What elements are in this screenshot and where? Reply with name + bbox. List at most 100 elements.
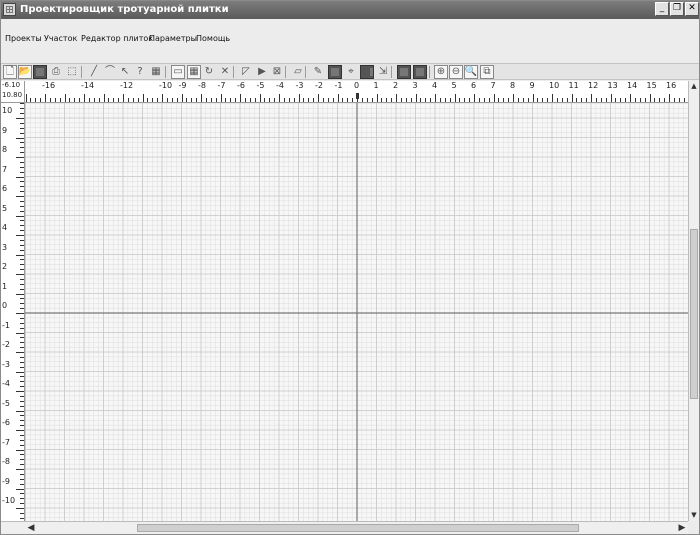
ruler-y-label: -9: [2, 476, 10, 486]
close-button[interactable]: ✕: [685, 2, 699, 16]
toolbar: 🗋 📂 ⎙ ⬚ ╱ ⌒ ↖? ▦ ▭ ▦ ↻ ✕ ◸ ▶ ⊠ ▱ ✎ ⌖ ◉ ⇲ ⊕ ⊖ 🔍 ⧉: [1, 63, 699, 80]
select-rect-button[interactable]: ⬚: [65, 65, 79, 79]
ruler-tick: [474, 94, 475, 102]
ruler-y-label: 10: [2, 106, 13, 115]
menu-parameters[interactable]: Параметры: [149, 34, 197, 43]
rotate-icon: ↻: [204, 66, 214, 77]
eraser-button[interactable]: ▱: [291, 65, 305, 79]
stamp-icon: ◉: [361, 66, 370, 77]
window-title: Проектировщик тротуарной плитки: [20, 4, 229, 15]
delete-icon: ✕: [220, 66, 230, 77]
ruler-tick: [16, 391, 24, 392]
ruler-y-label: -10: [2, 496, 16, 505]
ruler-y-label: 2: [2, 262, 8, 271]
grid: [25, 103, 688, 521]
ruler-tick: [16, 235, 24, 236]
ruler-tick: [16, 137, 24, 139]
horizontal-ruler: -16 -14 -12 -10 -9 -8 -7 -6 -5 -4 -3 -2 -1 0 1 2 3 4 5 6 7 8 9…: [25, 81, 688, 103]
color-a-button[interactable]: [397, 65, 411, 79]
pencil-button[interactable]: ✎: [311, 65, 325, 79]
ruler-x-label: -16: [42, 81, 56, 90]
scroll-down-button[interactable]: ▼: [689, 510, 699, 521]
ruler-tick: [630, 94, 631, 102]
node-button[interactable]: ⌖: [344, 65, 358, 79]
ruler-tick: [16, 157, 24, 158]
line-button[interactable]: ╱: [87, 65, 101, 79]
horizontal-scrollbar[interactable]: ◀ ▶: [25, 521, 688, 534]
ruler-x-label: -14: [81, 81, 95, 90]
ruler-tick: [123, 94, 124, 102]
ruler-tick: [376, 94, 378, 102]
ruler-tick: [493, 94, 495, 102]
ruler-tick: [435, 94, 436, 102]
ruler-tick: [16, 274, 24, 275]
ruler-x-label: 5: [451, 81, 457, 90]
ruler-y-label: 9: [2, 125, 8, 135]
pointer-button[interactable]: ↖: [118, 65, 132, 79]
ruler-tick: [16, 469, 24, 470]
toolbar-separator: [81, 66, 82, 78]
ruler-tick: [45, 94, 46, 102]
rectangle-button[interactable]: ▭: [171, 65, 185, 79]
menu-help[interactable]: Помощь: [196, 34, 230, 43]
scroll-left-button[interactable]: ◀: [25, 522, 37, 534]
ruler-y-label: -1: [2, 320, 10, 330]
select-rect-icon: ⬚: [67, 66, 77, 77]
menu-tile-editor[interactable]: Редактор плиток: [81, 34, 153, 43]
scroll-right-button[interactable]: ▶: [676, 522, 688, 534]
ruler-tick: [591, 94, 592, 102]
print-button[interactable]: ⎙: [49, 65, 63, 79]
title-bar[interactable]: Проектировщик тротуарной плитки _ ❐ ✕: [1, 1, 699, 19]
grid-tile-button[interactable]: ▦: [187, 65, 201, 79]
ruler-tick: [415, 94, 417, 102]
minimize-button[interactable]: _: [655, 2, 669, 16]
print-icon: ⎙: [52, 66, 60, 77]
delete-button[interactable]: ✕: [218, 65, 232, 79]
zoom-out-button[interactable]: ⊖: [449, 65, 463, 79]
tile-icon: ▦: [151, 66, 161, 77]
stamp-button[interactable]: ◉: [360, 65, 374, 79]
fill-button[interactable]: [328, 65, 342, 79]
pointer-icon: ↖: [120, 66, 130, 77]
menu-site[interactable]: Участок: [44, 34, 77, 43]
maximize-button[interactable]: ❐: [670, 2, 684, 16]
tile-button[interactable]: ▦: [149, 65, 163, 79]
play-button[interactable]: ▶: [255, 65, 269, 79]
horizontal-scroll-thumb[interactable]: [137, 524, 579, 532]
ruler-x-label: -2: [315, 81, 323, 90]
flip-icon: ◸: [242, 66, 250, 77]
app-icon[interactable]: [3, 3, 16, 16]
ruler-x-label: -9: [178, 81, 187, 90]
grid-tile-icon: ▦: [189, 66, 199, 77]
design-canvas[interactable]: [25, 103, 688, 521]
rotate-button[interactable]: ↻: [202, 65, 216, 79]
toolbar-separator: [391, 66, 392, 78]
scroll-up-button[interactable]: ▲: [689, 81, 699, 92]
ruler-tick: [337, 94, 339, 102]
vertical-scroll-thumb[interactable]: [690, 229, 698, 399]
flip-button[interactable]: ◸: [239, 65, 253, 79]
ruler-tick: [532, 94, 534, 102]
color-b-button[interactable]: [413, 65, 427, 79]
menu-projects[interactable]: Проекты: [5, 34, 42, 43]
ruler-x-label: -10: [159, 81, 173, 90]
ruler-tick: [16, 410, 24, 412]
ruler-tick: [181, 94, 183, 102]
vertical-scrollbar[interactable]: ▲ ▼: [688, 81, 699, 521]
arc-button[interactable]: ⌒: [103, 65, 117, 79]
open-folder-button[interactable]: 📂: [18, 65, 32, 79]
help-button[interactable]: ?: [133, 65, 147, 79]
zoom-in-button[interactable]: ⊕: [434, 65, 448, 79]
zoom-fit-button[interactable]: ⧉: [480, 65, 494, 79]
cross-box-button[interactable]: ⊠: [270, 65, 284, 79]
arrow-tool-button[interactable]: ⇲: [376, 65, 390, 79]
toolbar-separator: [429, 66, 430, 78]
ruler-x-label: 8: [510, 81, 516, 90]
save-button[interactable]: [33, 65, 47, 79]
vertical-ruler: 10 9 8 7 6 5 4 3 2 1 0 -1 -2 -3 -4 -5 -6 -7 -8 -9 -10: [1, 103, 25, 521]
ruler-tick: [16, 332, 24, 334]
zoom-button[interactable]: 🔍: [464, 65, 478, 79]
ruler-x-label: -4: [276, 81, 284, 90]
ruler-tick: [259, 94, 261, 102]
new-file-button[interactable]: 🗋: [3, 65, 17, 79]
